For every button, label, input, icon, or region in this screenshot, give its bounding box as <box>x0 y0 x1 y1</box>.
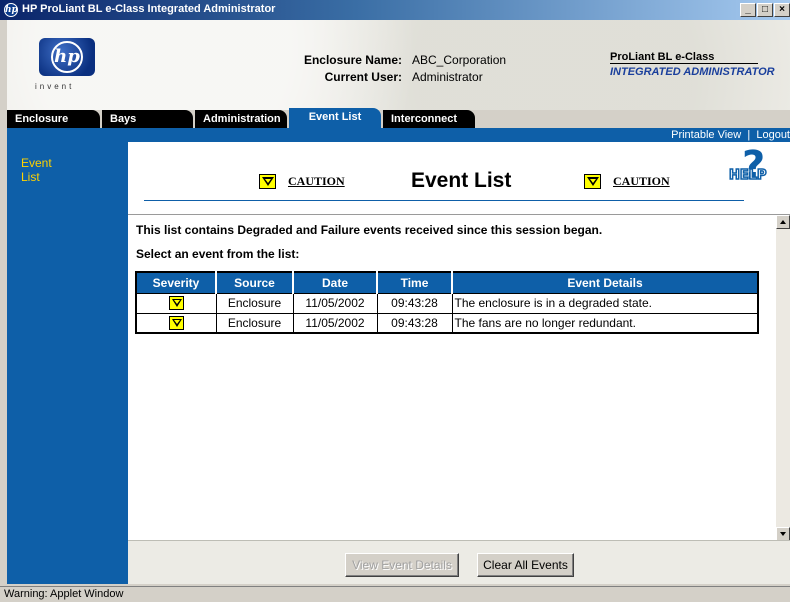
hp-logo-mark: hp <box>51 41 83 73</box>
caution-icon <box>259 174 276 189</box>
maximize-button[interactable]: □ <box>757 3 773 17</box>
status-bar: Warning: Applet Window <box>0 586 790 602</box>
page-heading: CAUTION Event List CAUTION ? HELP <box>128 142 790 206</box>
severity-cell <box>135 312 217 334</box>
date-cell: 11/05/2002 <box>292 292 378 314</box>
column-header-event-details: Event Details <box>452 272 758 293</box>
source-cell: Enclosure <box>215 292 294 314</box>
caution-left: CAUTION <box>259 174 345 189</box>
column-header-source: Source <box>216 272 294 293</box>
source-cell: Enclosure <box>215 312 294 334</box>
product-name: ProLiant BL e-Class <box>610 51 758 64</box>
page-title: Event List <box>411 169 512 192</box>
caution-label: CAUTION <box>613 174 670 188</box>
table-row[interactable]: Enclosure 11/05/2002 09:43:28 The fans a… <box>135 312 759 334</box>
table-header-row: Severity Source Date Time Event Details <box>136 272 758 293</box>
scroll-down-button[interactable] <box>776 527 790 541</box>
table-row[interactable]: Enclosure 11/05/2002 09:43:28 The enclos… <box>135 292 759 314</box>
sidebar: Event List <box>7 142 128 584</box>
hp-logo: hp <box>39 38 95 76</box>
caution-icon <box>168 316 184 331</box>
select-prompt: Select an event from the list: <box>136 247 300 261</box>
current-user-label: Current User: <box>324 70 402 84</box>
clear-all-events-button[interactable]: Clear All Events <box>477 553 574 577</box>
view-event-details-button[interactable]: View Event Details <box>345 553 459 577</box>
caution-right: CAUTION <box>584 174 670 189</box>
logo-tagline: invent <box>35 82 75 91</box>
arrow-up-icon <box>780 220 786 224</box>
details-cell: The fans are no longer redundant. <box>451 312 759 334</box>
printable-view-link[interactable]: Printable View <box>671 129 741 141</box>
event-table: Severity Source Date Time Event Details … <box>135 271 759 334</box>
tab-bays[interactable]: Bays <box>102 110 193 128</box>
sidebar-item-event-list[interactable]: Event List <box>21 156 71 184</box>
current-user-value: Administrator <box>412 70 483 84</box>
intro-text: This list contains Degraded and Failure … <box>136 223 603 237</box>
main-content: CAUTION Event List CAUTION ? HELP This l… <box>128 142 790 584</box>
help-label: HELP <box>728 167 767 184</box>
caution-label: CAUTION <box>288 174 345 188</box>
product-subtitle: INTEGRATED ADMINISTRATOR <box>610 66 775 78</box>
enclosure-name-value: ABC_Corporation <box>412 53 507 67</box>
details-cell: The enclosure is in a degraded state. <box>451 292 759 314</box>
time-cell: 09:43:28 <box>376 292 453 314</box>
tab-interconnect[interactable]: Interconnect <box>383 110 475 128</box>
event-list-pane[interactable]: This list contains Degraded and Failure … <box>128 214 790 541</box>
tab-administration[interactable]: Administration <box>195 110 287 128</box>
main-tabs: Enclosure Bays Administration Event List… <box>7 108 790 128</box>
time-cell: 09:43:28 <box>376 312 453 334</box>
link-separator: | <box>747 129 751 141</box>
window-title: HP ProLiant BL e-Class Integrated Admini… <box>22 3 276 15</box>
arrow-down-icon <box>780 532 786 536</box>
column-header-date: Date <box>293 272 378 293</box>
action-bar: View Event Details Clear All Events <box>128 540 790 584</box>
enclosure-name-label: Enclosure Name: <box>303 53 402 67</box>
minimize-button[interactable]: _ <box>740 3 756 17</box>
logout-link[interactable]: Logout <box>756 129 790 141</box>
close-button[interactable]: × <box>774 3 790 17</box>
severity-cell <box>135 292 217 314</box>
top-links: Printable View | Logout <box>671 128 790 142</box>
caution-icon <box>168 296 184 311</box>
top-link-bar: Printable View | Logout <box>7 128 790 142</box>
header-banner: hp invent Enclosure Name: ABC_Corporatio… <box>7 20 790 110</box>
hp-app-icon: hp <box>4 3 18 17</box>
tab-enclosure[interactable]: Enclosure <box>7 110 100 128</box>
title-bar: hp HP ProLiant BL e-Class Integrated Adm… <box>0 0 790 20</box>
heading-divider <box>144 200 744 201</box>
scroll-up-button[interactable] <box>776 215 790 229</box>
date-cell: 11/05/2002 <box>292 312 378 334</box>
column-header-time: Time <box>377 272 453 293</box>
tab-event-list[interactable]: Event List <box>289 108 381 128</box>
column-header-severity: Severity <box>136 272 217 293</box>
caution-icon <box>584 174 601 189</box>
help-button[interactable]: ? HELP <box>728 146 786 190</box>
vertical-scrollbar[interactable] <box>776 215 790 541</box>
